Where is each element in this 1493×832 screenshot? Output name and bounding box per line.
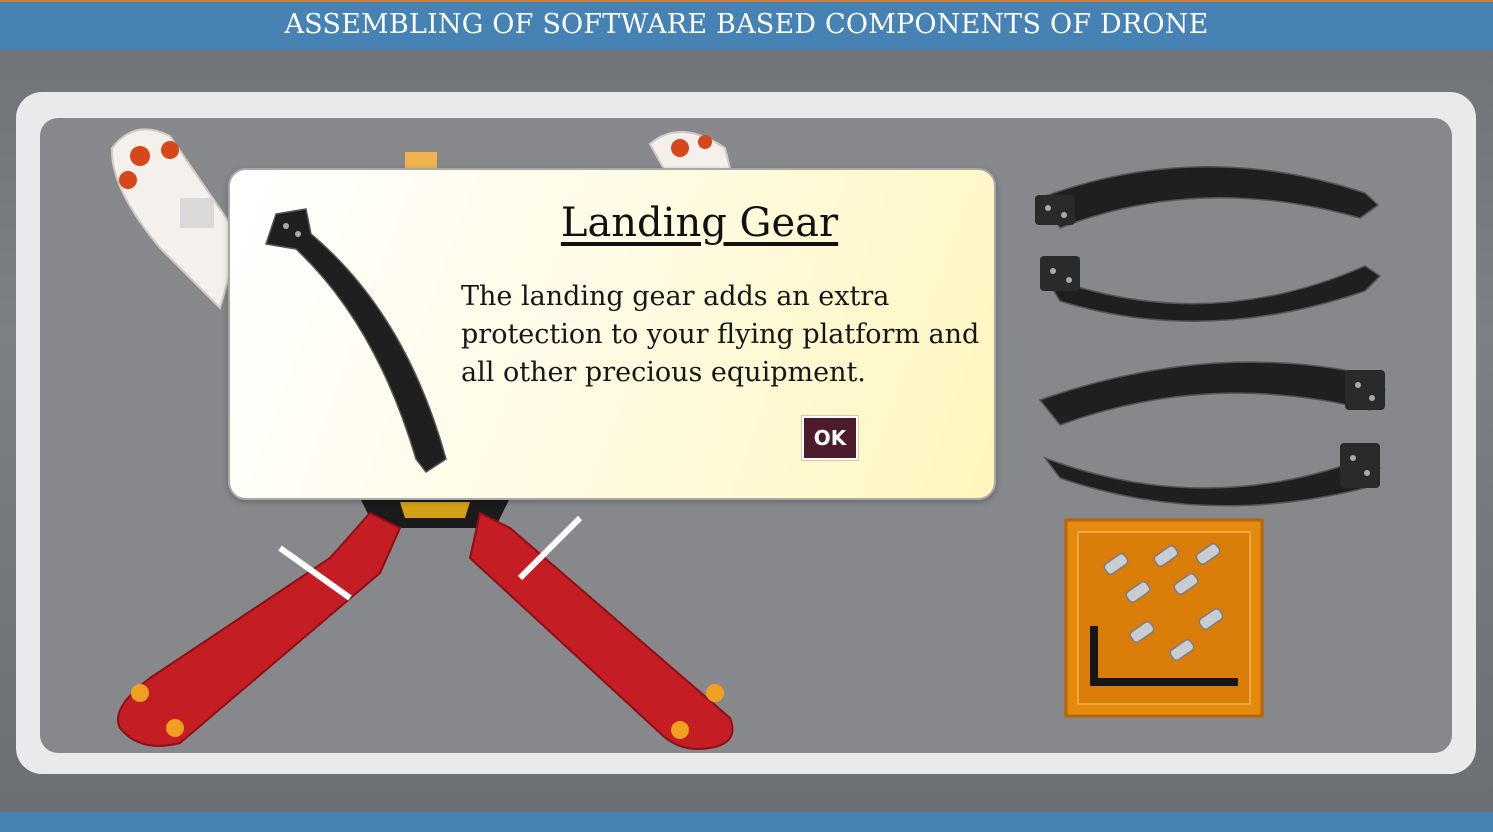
landing-gear-part-1[interactable] — [1030, 153, 1385, 233]
modal-title: Landing Gear — [560, 200, 839, 246]
info-modal: Landing Gear The landing gear adds an ex… — [228, 168, 996, 500]
page-title: ASSEMBLING OF SOFTWARE BASED COMPONENTS … — [0, 0, 1493, 50]
ok-button[interactable]: OK — [802, 416, 858, 460]
landing-gear-part-4[interactable] — [1035, 433, 1385, 513]
frame-arm-red-right — [468, 511, 734, 750]
modal-description: The landing gear adds an extra protectio… — [461, 281, 980, 388]
landing-gear-part-3[interactable] — [1030, 350, 1390, 430]
landing-gear-part-2[interactable] — [1035, 246, 1385, 326]
frame-arm-white-left — [110, 128, 242, 310]
footer-bar — [0, 812, 1493, 832]
screw-box-icon[interactable] — [1064, 518, 1264, 718]
frame-arm-red-left — [117, 511, 402, 747]
